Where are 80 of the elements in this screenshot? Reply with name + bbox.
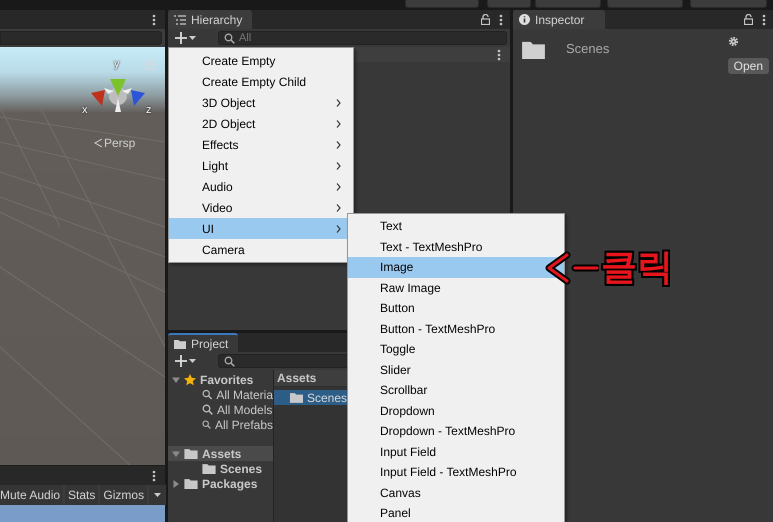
search-icon	[202, 404, 213, 415]
menu-item[interactable]: Input Field	[348, 442, 564, 462]
plus-icon	[175, 32, 187, 44]
menu-item[interactable]: Scrollbar	[348, 380, 564, 400]
more-options-icon[interactable]	[499, 14, 503, 26]
menu-item[interactable]: Dropdown - TextMeshPro	[348, 421, 564, 442]
menu-item[interactable]: 3D Object	[169, 92, 353, 113]
menu-item[interactable]: Effects	[169, 134, 353, 155]
menu-item[interactable]: Text - TextMeshPro	[348, 236, 564, 257]
menu-item[interactable]: Input Field - TextMeshPro	[348, 462, 564, 482]
menu-item[interactable]: Button - TextMeshPro	[348, 318, 564, 339]
menu-item[interactable]: Create Empty Child	[169, 71, 353, 92]
search-icon	[202, 419, 211, 430]
toolbar-toggle[interactable]: Mute Audio	[0, 485, 64, 505]
lock-icon[interactable]	[481, 14, 490, 25]
folder-icon	[202, 463, 216, 474]
inspector-tab[interactable]: Inspector	[513, 10, 605, 29]
expanded-arrow-icon[interactable]	[172, 376, 180, 384]
tree-item[interactable]: All Materia	[168, 387, 273, 402]
chevron-left-icon	[94, 138, 102, 148]
create-dropdown-button[interactable]	[172, 30, 199, 46]
caret-icon	[189, 36, 196, 40]
menu-item[interactable]: Canvas	[348, 482, 564, 503]
annotation-text: 클릭	[601, 250, 673, 286]
gizmos-dropdown-button[interactable]	[149, 485, 166, 505]
hierarchy-tab[interactable]: Hierarchy	[168, 10, 252, 29]
more-options-icon[interactable]	[152, 14, 156, 26]
axis-label: x	[82, 104, 88, 116]
tree-item[interactable]: Scenes	[168, 461, 273, 476]
toolbar-toggle[interactable]: Gizmos	[100, 485, 148, 505]
projection-label[interactable]: Persp	[104, 136, 136, 150]
search-placeholder: All	[239, 32, 252, 44]
search-icon	[224, 356, 235, 366]
settings-icon[interactable]	[728, 36, 739, 47]
tree-item[interactable]: Assets	[168, 446, 273, 461]
menu-item[interactable]: Light	[169, 155, 353, 176]
folder-icon	[184, 478, 198, 489]
annotation-arrow	[545, 251, 599, 285]
scene-viewport[interactable]: y x z Persp	[0, 47, 165, 465]
axis-label: z	[146, 104, 152, 116]
axis-label: y	[114, 58, 120, 70]
project-tab[interactable]: Project	[168, 333, 238, 352]
menu-item[interactable]: Video	[169, 197, 353, 218]
folder-icon	[522, 40, 545, 59]
menu-item[interactable]: 2D Object	[169, 113, 353, 134]
search-icon	[202, 389, 212, 400]
star-icon	[184, 374, 196, 386]
folder-icon	[174, 338, 186, 348]
info-icon	[519, 14, 530, 25]
search-icon	[224, 32, 235, 44]
folder-icon	[184, 448, 198, 459]
folder-icon	[290, 392, 303, 403]
list-icon	[174, 14, 186, 24]
menu-item[interactable]: Raw Image	[348, 278, 564, 298]
tree-item[interactable]: Favorites	[168, 372, 273, 387]
caret-icon	[189, 359, 196, 363]
create-dropdown-button[interactable]	[172, 353, 199, 369]
search-field[interactable]	[0, 31, 162, 45]
tree-item[interactable]: Packages	[168, 476, 273, 491]
toolbar-toggle[interactable]: Stats	[65, 485, 98, 505]
asset-name: Scenes	[566, 40, 610, 56]
menu-item[interactable]: Create Empty	[169, 50, 353, 71]
plus-icon	[175, 355, 187, 367]
menu-item[interactable]: Dropdown	[348, 400, 564, 421]
collapsed-arrow-icon[interactable]	[172, 480, 180, 488]
more-options-icon[interactable]	[762, 14, 766, 26]
caret-icon	[154, 493, 162, 497]
menu-item[interactable]: Image	[348, 257, 564, 278]
more-options-icon[interactable]	[152, 470, 156, 482]
menu-item[interactable]: Button	[348, 298, 564, 318]
tree-item[interactable]: All Prefabs	[168, 417, 273, 432]
tree-item[interactable]: All Models	[168, 402, 273, 417]
expanded-arrow-icon[interactable]	[172, 450, 180, 458]
menu-item[interactable]: Toggle	[348, 339, 564, 360]
more-options-icon[interactable]	[497, 48, 501, 60]
menu-item[interactable]: Audio	[169, 176, 353, 197]
open-button[interactable]: Open	[728, 58, 769, 74]
lock-icon[interactable]	[744, 14, 753, 25]
menu-item[interactable]: Slider	[348, 360, 564, 380]
menu-item[interactable]: Panel	[348, 503, 564, 522]
